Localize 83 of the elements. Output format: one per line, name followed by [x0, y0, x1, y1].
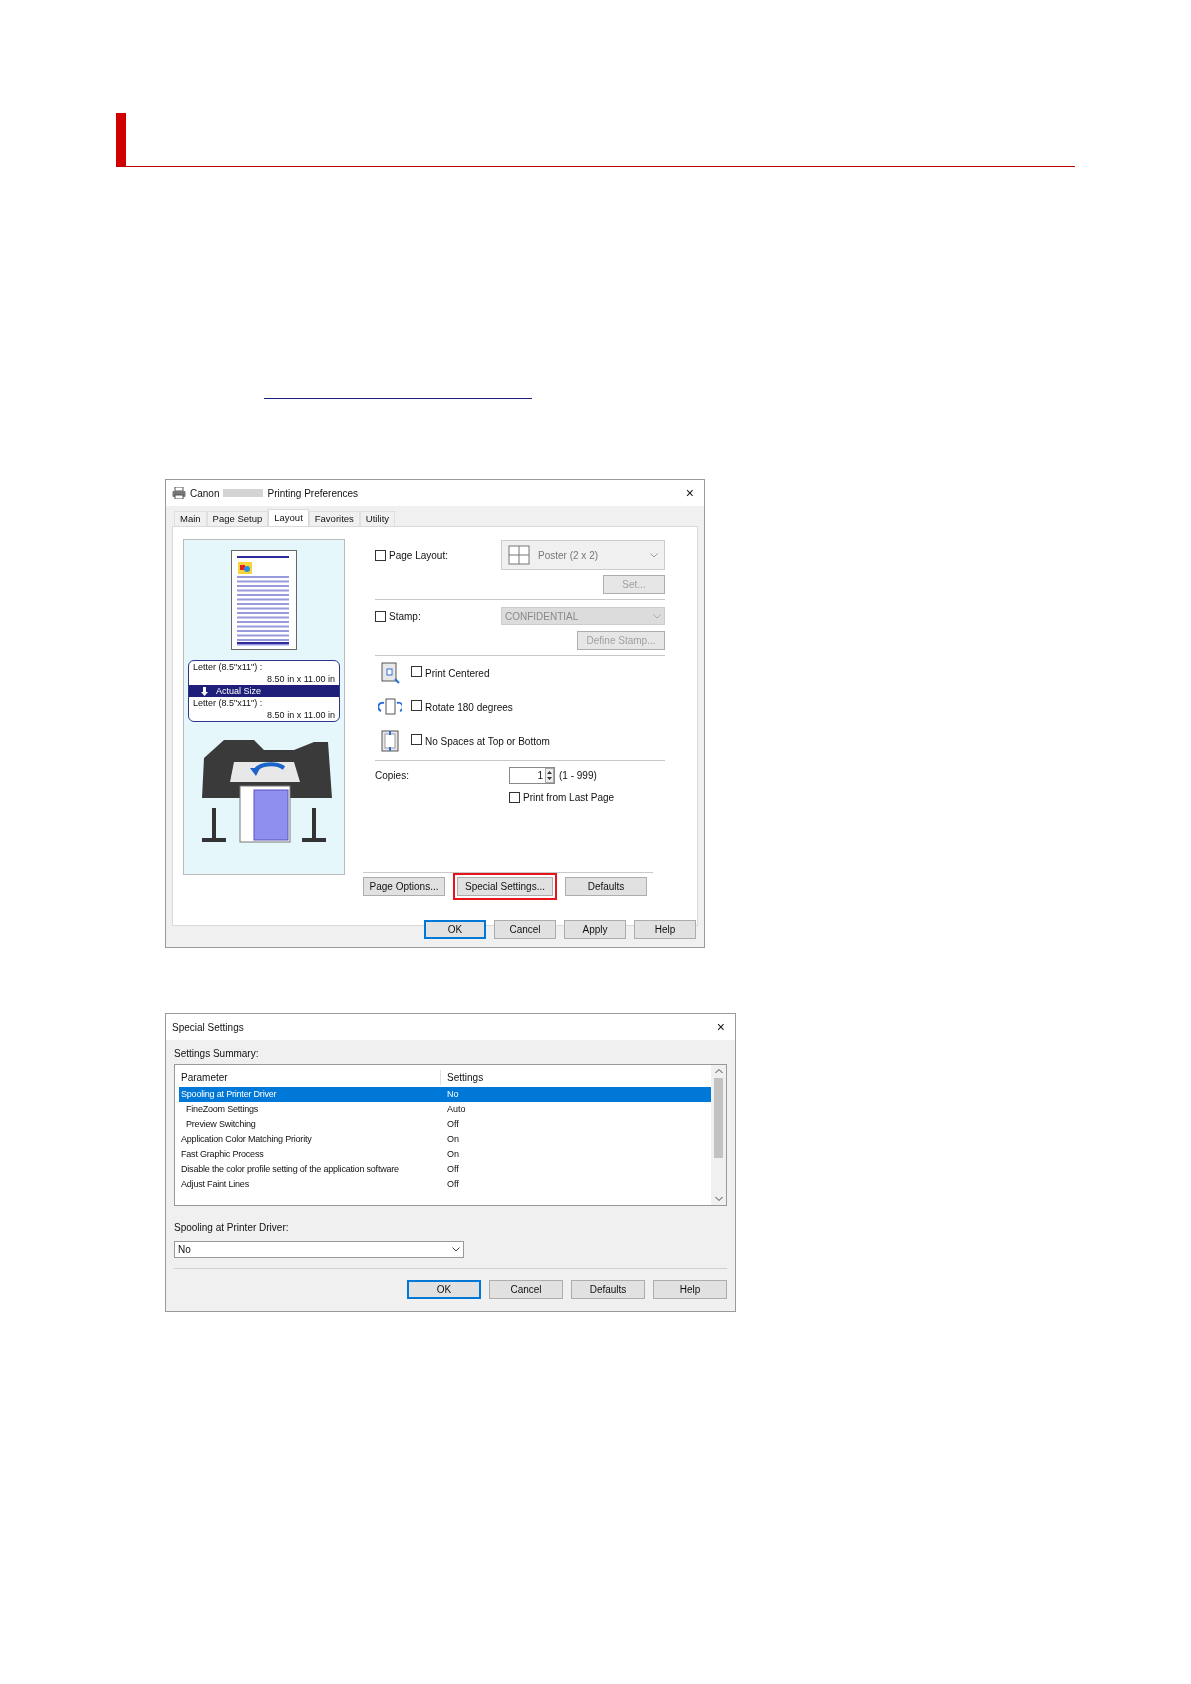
scaling-mode-text: Actual Size: [216, 685, 262, 697]
dialog-button[interactable]: Cancel: [489, 1280, 563, 1299]
option-label: Print Centered: [425, 666, 490, 681]
copies-label: Copies:: [375, 768, 410, 783]
close-button[interactable]: ×: [681, 486, 698, 500]
scrollbar[interactable]: [711, 1065, 726, 1205]
chevron-down-icon: [653, 613, 661, 619]
copies-spinner[interactable]: 1: [509, 766, 555, 784]
heading-marker: [116, 113, 126, 166]
setting-text: Off: [446, 1117, 459, 1131]
page-centered-icon: [380, 662, 400, 684]
poster-layout-icon: [508, 545, 530, 565]
option-label: Print from Last Page: [523, 791, 615, 805]
paper-dimensions-text: 8.50 in x 11.00 in: [266, 673, 336, 685]
dialog-button[interactable]: Defaults: [571, 1280, 645, 1299]
select-value: Poster (2 x 2): [538, 548, 600, 563]
option-label: Rotate 180 degrees: [425, 700, 513, 715]
window-title: Canon: [190, 486, 220, 501]
summary-label: Settings Summary:: [174, 1047, 260, 1060]
settings-row[interactable]: Application Color Matching Priority On: [179, 1132, 711, 1147]
spooling-select[interactable]: No: [174, 1241, 464, 1258]
dialog-button[interactable]: Help: [653, 1280, 727, 1299]
copies-range: (1 - 999): [559, 768, 597, 783]
column-header: Parameter: [179, 1069, 441, 1085]
window-title: Special Settings: [172, 1020, 244, 1035]
dialog-button[interactable]: Special Settings...: [457, 877, 553, 896]
setting-text: No: [446, 1087, 459, 1101]
settings-row[interactable]: Disable the color profile setting of the application software Off: [179, 1162, 711, 1177]
settings-row[interactable]: Fast Graphic Process On: [179, 1147, 711, 1162]
close-button[interactable]: ×: [712, 1020, 729, 1034]
chevron-down-icon: [650, 552, 658, 558]
tab[interactable]: Layout: [268, 509, 309, 526]
option-label: Stamp:: [389, 609, 422, 624]
parameter-text: Application Color Matching Priority: [180, 1132, 313, 1146]
setting-text: On: [446, 1147, 459, 1161]
setting-text: On: [446, 1132, 459, 1146]
checkbox[interactable]: [411, 733, 422, 745]
tab[interactable]: Main: [174, 511, 207, 526]
dialog-button[interactable]: Help: [634, 920, 696, 939]
option-label: Page Layout:: [389, 548, 449, 563]
rotate-page-icon: [378, 698, 402, 716]
column-header: Settings: [446, 1070, 484, 1085]
paper-dimensions-text: 8.50 in x 11.00 in: [266, 709, 336, 721]
printer-icon: [172, 487, 186, 499]
page-margins-icon: [381, 730, 399, 752]
chevron-down-icon: [452, 1247, 460, 1252]
dialog-button[interactable]: Cancel: [494, 920, 556, 939]
option-label: No Spaces at Top or Bottom: [425, 734, 550, 749]
parameter-text: Preview Switching: [185, 1117, 257, 1131]
tab[interactable]: Page Setup: [206, 511, 269, 526]
field-label: Spooling at Printer Driver:: [174, 1221, 290, 1235]
parameter-text: Adjust Faint Lines: [180, 1177, 250, 1191]
paper-size-text: Letter (8.5"x11") :: [192, 697, 264, 709]
dialog-button[interactable]: Apply: [564, 920, 626, 939]
select-value: No: [178, 1243, 192, 1257]
setting-text: Auto: [446, 1102, 466, 1116]
paper-size-text: Letter (8.5"x11") :: [192, 661, 264, 673]
checkbox[interactable]: [411, 665, 422, 677]
parameter-text: Spooling at Printer Driver: [180, 1087, 278, 1101]
dialog-button[interactable]: OK: [407, 1280, 481, 1299]
settings-row[interactable]: Adjust Faint Lines Off: [179, 1177, 711, 1192]
dialog-button[interactable]: OK: [424, 920, 486, 939]
parameter-text: FineZoom Settings: [185, 1102, 260, 1116]
select-value: CONFIDENTIAL: [505, 609, 580, 624]
settings-row[interactable]: FineZoom Settings Auto: [179, 1102, 711, 1117]
parameter-text: Fast Graphic Process: [180, 1147, 265, 1161]
arrow-down-icon: [201, 686, 208, 696]
settings-row[interactable]: Spooling at Printer Driver No: [179, 1087, 711, 1102]
tab[interactable]: Utility: [359, 511, 396, 526]
window-title: Printing Preferences: [267, 486, 359, 501]
setting-text: Off: [446, 1162, 459, 1176]
dialog-button[interactable]: Defaults: [565, 877, 647, 896]
redacted-block: [223, 489, 264, 497]
parameter-text: Disable the color profile setting of the application software: [180, 1162, 400, 1176]
dialog-button[interactable]: Page Options...: [363, 877, 445, 896]
scroll-thumb[interactable]: [714, 1078, 723, 1158]
spinner-arrows-icon[interactable]: [545, 767, 554, 783]
tab[interactable]: Favorites: [308, 511, 360, 526]
setting-text: Off: [446, 1177, 459, 1191]
settings-row[interactable]: Preview Switching Off: [179, 1117, 711, 1132]
copies-value: 1: [536, 768, 544, 783]
checkbox[interactable]: [509, 792, 520, 803]
checkbox[interactable]: [411, 699, 422, 711]
